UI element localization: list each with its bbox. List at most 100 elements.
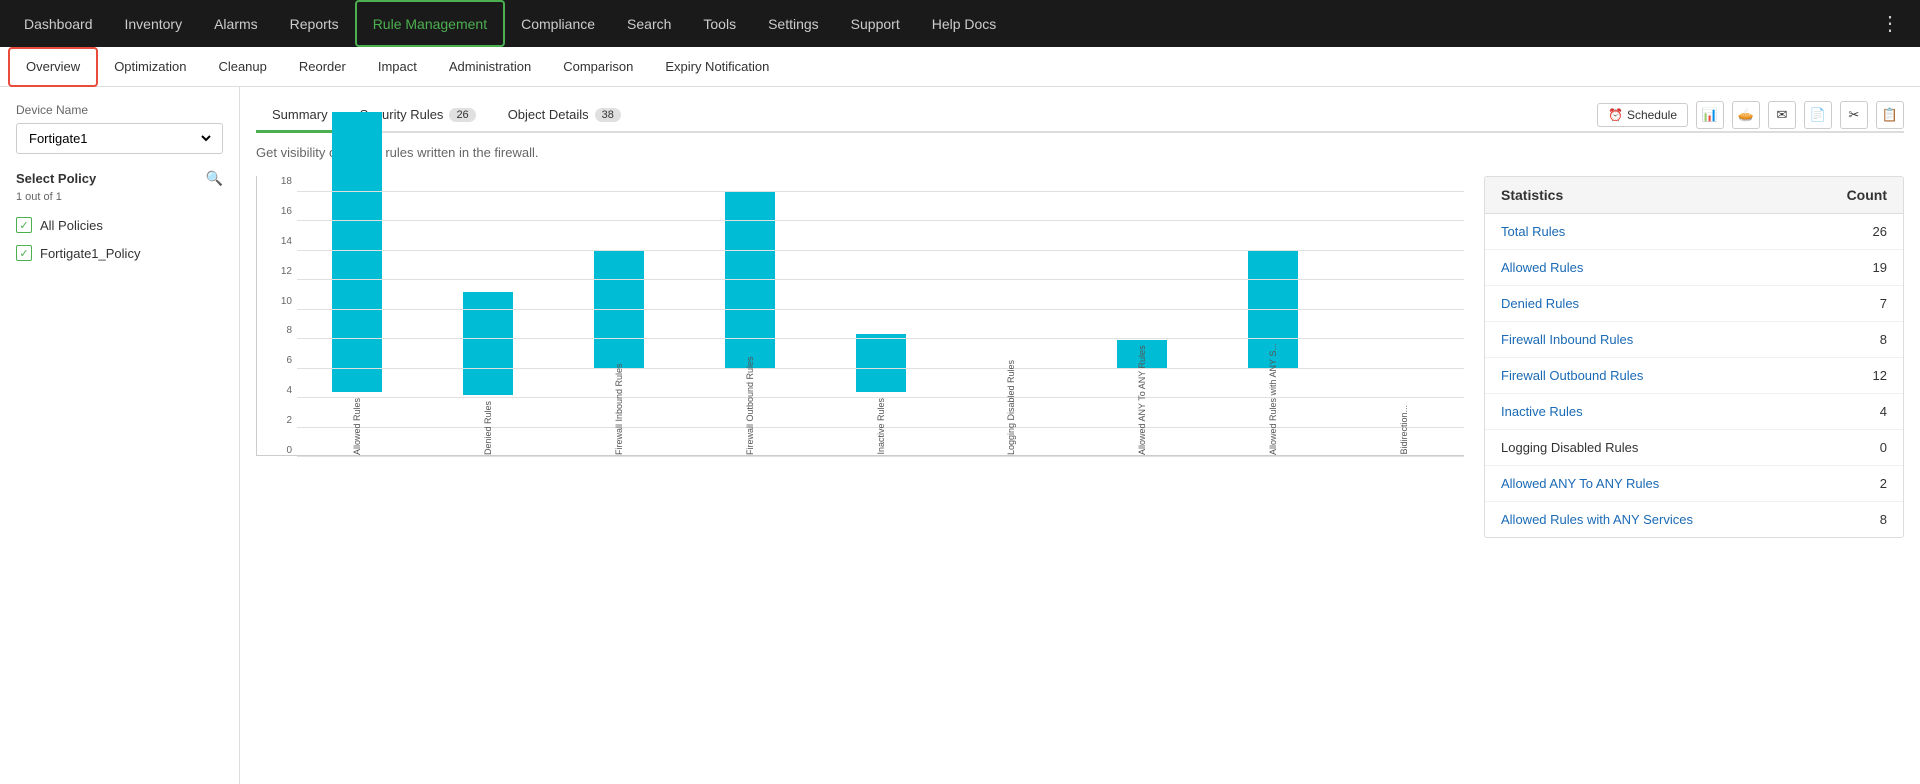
- stats-row-label[interactable]: Firewall Inbound Rules: [1501, 332, 1633, 347]
- y-axis-label: 2: [257, 415, 292, 426]
- top-nav-item-settings[interactable]: Settings: [752, 0, 835, 47]
- stats-header: Statistics Count: [1485, 177, 1903, 214]
- bar-group[interactable]: Bidirection...: [1343, 399, 1464, 455]
- bar: [594, 251, 644, 369]
- top-nav-item-tools[interactable]: Tools: [687, 0, 752, 47]
- bar-label: Bidirection...: [1399, 405, 1409, 455]
- stats-row-label[interactable]: Inactive Rules: [1501, 404, 1583, 419]
- bar: [463, 292, 513, 395]
- sub-nav-item-optimization[interactable]: Optimization: [98, 47, 202, 87]
- stats-row-label[interactable]: Firewall Outbound Rules: [1501, 368, 1643, 383]
- stats-row-label[interactable]: Allowed Rules with ANY Services: [1501, 512, 1693, 527]
- grid-line: [297, 220, 1464, 221]
- search-icon[interactable]: 🔍: [206, 170, 223, 187]
- device-dropdown[interactable]: Fortigate1: [25, 130, 214, 147]
- sub-nav-item-administration[interactable]: Administration: [433, 47, 547, 87]
- csv-icon[interactable]: 📋: [1876, 101, 1904, 129]
- policy-count: 1 out of 1: [16, 191, 223, 203]
- stats-row[interactable]: Firewall Outbound Rules12: [1485, 358, 1903, 394]
- stats-row-label[interactable]: Total Rules: [1501, 224, 1565, 239]
- stats-row: Logging Disabled Rules0: [1485, 430, 1903, 466]
- tab-badge: 26: [449, 108, 475, 122]
- policy-item[interactable]: All Policies: [16, 211, 223, 239]
- y-axis-label: 0: [257, 445, 292, 456]
- chart-area: 024681012141618Allowed RulesDenied Rules…: [256, 176, 1464, 538]
- schedule-label: Schedule: [1627, 108, 1677, 122]
- stats-row[interactable]: Firewall Inbound Rules8: [1485, 322, 1903, 358]
- stats-row-count: 8: [1880, 512, 1887, 527]
- stats-col-label: Statistics: [1501, 187, 1563, 203]
- content-body: 024681012141618Allowed RulesDenied Rules…: [256, 176, 1904, 538]
- sub-nav-item-expiry-notification[interactable]: Expiry Notification: [649, 47, 785, 87]
- sub-nav-item-overview[interactable]: Overview: [8, 47, 98, 87]
- tab-object-details[interactable]: Object Details38: [492, 99, 637, 133]
- bar-label: Allowed ANY To ANY Rules: [1137, 375, 1147, 455]
- grid-line: [297, 191, 1464, 192]
- stats-rows: Total Rules26 Allowed Rules 19 Denied Rules…: [1485, 214, 1903, 537]
- main-layout: Device Name Fortigate1 Select Policy 🔍 1…: [0, 87, 1920, 784]
- top-nav-item-help-docs[interactable]: Help Docs: [916, 0, 1013, 47]
- sub-nav-item-reorder[interactable]: Reorder: [283, 47, 362, 87]
- sub-nav-item-impact[interactable]: Impact: [362, 47, 433, 87]
- sub-nav-item-comparison[interactable]: Comparison: [547, 47, 649, 87]
- bar-group[interactable]: Inactive Rules: [820, 334, 941, 455]
- policy-item[interactable]: Fortigate1_Policy: [16, 239, 223, 267]
- bar-chart-icon[interactable]: 📊: [1696, 101, 1724, 129]
- y-axis-label: 16: [257, 206, 292, 217]
- bar-group[interactable]: Logging Disabled Rules: [951, 369, 1072, 455]
- schedule-button[interactable]: ⏰Schedule: [1597, 103, 1688, 127]
- policy-checkbox[interactable]: [16, 245, 32, 261]
- y-axis-label: 14: [257, 236, 292, 247]
- stats-row[interactable]: Total Rules26: [1485, 214, 1903, 250]
- stats-row-label[interactable]: Allowed Rules: [1501, 260, 1583, 275]
- bar-group[interactable]: Allowed Rules with ANY S...: [1212, 251, 1333, 455]
- y-axis-label: 12: [257, 266, 292, 277]
- tab-label: Object Details: [508, 107, 589, 122]
- y-axis-label: 18: [257, 176, 292, 187]
- stats-row[interactable]: Inactive Rules4: [1485, 394, 1903, 430]
- bar-group[interactable]: Denied Rules: [428, 292, 549, 455]
- stats-col-count: Count: [1847, 187, 1887, 203]
- bar-label: Logging Disabled Rules: [1006, 375, 1016, 455]
- device-select[interactable]: Fortigate1: [16, 123, 223, 154]
- bar-group[interactable]: Firewall Inbound Rules: [559, 251, 680, 455]
- email-icon[interactable]: ✉: [1768, 101, 1796, 129]
- bar-group[interactable]: Allowed ANY To ANY Rules: [1082, 340, 1203, 455]
- stats-row[interactable]: Allowed Rules with ANY Services 8: [1485, 502, 1903, 537]
- bar: [332, 112, 382, 392]
- more-menu-button[interactable]: ⋮: [1868, 11, 1912, 36]
- top-nav-item-dashboard[interactable]: Dashboard: [8, 0, 109, 47]
- bar-label: Allowed Rules with ANY S...: [1268, 375, 1278, 455]
- grid-line: [297, 456, 1464, 457]
- y-axis-label: 4: [257, 385, 292, 396]
- top-nav-item-alarms[interactable]: Alarms: [198, 0, 274, 47]
- policy-checkbox[interactable]: [16, 217, 32, 233]
- policy-label: Fortigate1_Policy: [40, 246, 140, 261]
- bar-group[interactable]: Allowed Rules: [297, 112, 418, 455]
- stats-row-count: 2: [1880, 476, 1887, 491]
- stats-row-count: 19: [1873, 260, 1887, 275]
- stats-row[interactable]: Denied Rules 7: [1485, 286, 1903, 322]
- top-nav-item-search[interactable]: Search: [611, 0, 687, 47]
- top-nav-item-support[interactable]: Support: [835, 0, 916, 47]
- pdf-icon[interactable]: 📄: [1804, 101, 1832, 129]
- excel-icon[interactable]: ✂: [1840, 101, 1868, 129]
- y-axis-label: 8: [257, 325, 292, 336]
- bar-label: Firewall Outbound Rules: [745, 375, 755, 455]
- tabs-bar: SummarySecurity Rules26Object Details38⏰…: [256, 99, 1904, 133]
- stats-row-label: Logging Disabled Rules: [1501, 440, 1638, 455]
- sub-nav-item-cleanup[interactable]: Cleanup: [202, 47, 282, 87]
- stats-row[interactable]: Allowed Rules 19: [1485, 250, 1903, 286]
- stats-row-label[interactable]: Allowed ANY To ANY Rules: [1501, 476, 1659, 491]
- device-name-label: Device Name: [16, 103, 223, 117]
- stats-row-count: 7: [1880, 296, 1887, 311]
- bar-group[interactable]: Firewall Outbound Rules: [689, 192, 810, 455]
- pie-chart-icon[interactable]: 🥧: [1732, 101, 1760, 129]
- stats-row-label[interactable]: Denied Rules: [1501, 296, 1579, 311]
- top-nav-item-inventory[interactable]: Inventory: [109, 0, 199, 47]
- chart-inner: 024681012141618Allowed RulesDenied Rules…: [256, 176, 1464, 456]
- top-nav-item-compliance[interactable]: Compliance: [505, 0, 611, 47]
- top-nav-item-rule-management[interactable]: Rule Management: [355, 0, 505, 47]
- stats-row[interactable]: Allowed ANY To ANY Rules 2: [1485, 466, 1903, 502]
- top-nav-item-reports[interactable]: Reports: [274, 0, 355, 47]
